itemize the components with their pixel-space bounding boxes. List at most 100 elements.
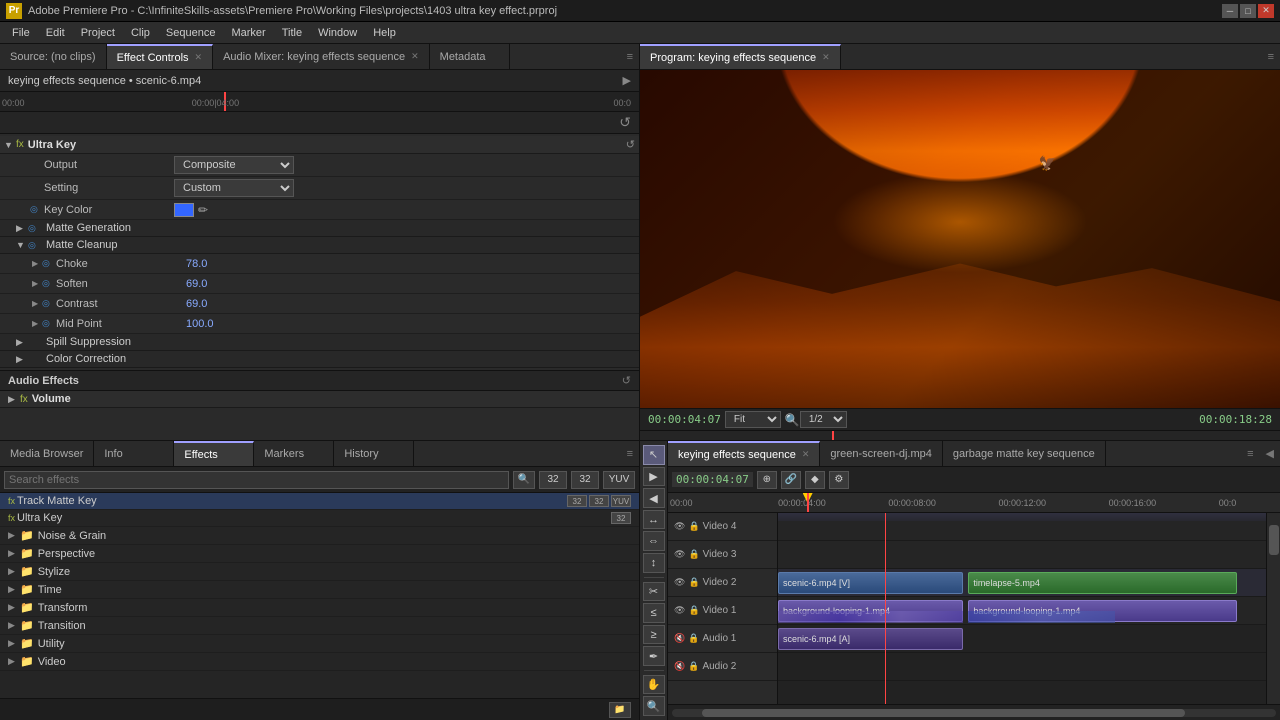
timeline-panel-menu-btn[interactable]: ≡ — [1241, 441, 1259, 466]
output-dropdown[interactable]: Composite Alpha Channel Color Channel Ma… — [174, 156, 294, 174]
tab-info[interactable]: Info — [94, 441, 174, 466]
tool-razor[interactable]: ✂ — [643, 582, 665, 602]
menu-window[interactable]: Window — [310, 25, 365, 41]
tl-settings-btn[interactable]: ⚙ — [829, 471, 849, 489]
track-lock-icon-v3[interactable]: 🔒 — [688, 549, 699, 560]
ultra-key-reset-btn[interactable]: ↺ — [626, 138, 635, 151]
close-button[interactable]: ✕ — [1258, 4, 1274, 18]
tool-hand[interactable]: ✋ — [643, 675, 665, 695]
tool-rolling-edit[interactable]: ⇔ — [643, 531, 665, 551]
menu-title[interactable]: Title — [274, 25, 310, 41]
zoom-icon[interactable]: 🔍 — [785, 413, 800, 427]
menu-edit[interactable]: Edit — [38, 25, 73, 41]
effects-list-view-btn[interactable]: 32 — [539, 471, 567, 489]
tool-track-select-back[interactable]: ◀ — [643, 488, 665, 508]
track-solo-icon-a2[interactable]: 🔒 — [688, 661, 699, 672]
program-panel-menu-btn[interactable]: ≡ — [1262, 44, 1280, 69]
ultra-key-title-row[interactable]: ▼ fx Ultra Key ↺ — [0, 136, 639, 154]
maximize-button[interactable]: □ — [1240, 4, 1256, 18]
tab-timeline-green-screen[interactable]: green-screen-dj.mp4 — [820, 441, 943, 466]
left-panel-menu-btn[interactable]: ≡ — [621, 44, 639, 69]
v-scroll-thumb[interactable] — [1269, 525, 1279, 555]
tab-timeline-keying[interactable]: keying effects sequence ✕ — [668, 441, 820, 466]
tab-markers[interactable]: Markers — [254, 441, 334, 466]
tab-source[interactable]: Source: (no clips) — [0, 44, 107, 69]
tab-effect-controls-close[interactable]: ✕ — [195, 52, 203, 63]
soften-value[interactable]: 69.0 — [186, 278, 207, 290]
h-scrollbar-track[interactable] — [672, 709, 1276, 717]
window-controls[interactable]: ─ □ ✕ — [1222, 4, 1274, 18]
ec-reset-btn[interactable]: ↺ — [619, 114, 631, 131]
tool-rate-stretch[interactable]: ↕ — [643, 553, 665, 573]
tl-snap-btn[interactable]: ⊕ — [757, 471, 777, 489]
effects-search-input[interactable] — [4, 471, 509, 489]
effects-panel-menu-btn[interactable]: ≡ — [621, 441, 639, 466]
track-row-video2[interactable]: scenic-6.mp4 [V] timelapse-5.mp4 — [778, 569, 1266, 597]
tool-zoom[interactable]: 🔍 — [643, 696, 665, 716]
track-vis-icon-v3[interactable]: 👁 — [674, 549, 685, 560]
tab-audio-mixer-close[interactable]: ✕ — [411, 51, 419, 62]
menu-clip[interactable]: Clip — [123, 25, 158, 41]
volume-row[interactable]: ▶ fx Volume — [0, 391, 639, 408]
key-color-swatch[interactable] — [174, 203, 194, 217]
folder-utility[interactable]: ▶ 📁 Utility — [0, 635, 639, 653]
track-mute-icon-a1[interactable]: 🔇 — [674, 633, 685, 644]
spill-suppression-row[interactable]: ▶ Spill Suppression — [0, 334, 639, 351]
matte-cleanup-row[interactable]: ▼ ◎ Matte Cleanup — [0, 237, 639, 254]
folder-perspective[interactable]: ▶ 📁 Perspective — [0, 545, 639, 563]
effects-yuv-btn[interactable]: YUV — [603, 471, 635, 489]
tool-selection[interactable]: ↖ — [643, 445, 665, 465]
effects-new-bin-btn[interactable]: 📁 — [609, 702, 631, 718]
program-tab-close[interactable]: ✕ — [822, 52, 830, 63]
tool-slip[interactable]: ≤ — [643, 603, 665, 623]
effects-grid-view-btn[interactable]: 32 — [571, 471, 599, 489]
folder-transform[interactable]: ▶ 📁 Transform — [0, 599, 639, 617]
timeline-playhead-line[interactable] — [807, 493, 809, 513]
track-row-audio2[interactable] — [778, 653, 1266, 681]
folder-video[interactable]: ▶ 📁 Video — [0, 653, 639, 671]
color-correction-row[interactable]: ▶ Color Correction — [0, 351, 639, 368]
tab-metadata[interactable]: Metadata — [430, 44, 510, 69]
timeline-collapse-btn[interactable]: ◀ — [1260, 441, 1280, 466]
tab-audio-mixer[interactable]: Audio Mixer: keying effects sequence ✕ — [213, 44, 430, 69]
tool-slide[interactable]: ≥ — [643, 625, 665, 645]
monitor-ratio-dropdown[interactable]: 1/2 1/4 Full — [800, 411, 847, 428]
folder-noise-grain[interactable]: ▶ 📁 Noise & Grain — [0, 527, 639, 545]
track-lock-icon-v2[interactable]: 🔒 — [688, 577, 699, 588]
tl-link-btn[interactable]: 🔗 — [781, 471, 801, 489]
track-solo-icon-a1[interactable]: 🔒 — [688, 633, 699, 644]
track-row-video4[interactable] — [778, 513, 1266, 541]
eyedropper-btn[interactable]: ✏ — [198, 203, 208, 217]
track-row-video3[interactable] — [778, 541, 1266, 569]
effects-item-track-matte-key[interactable]: fx Track Matte Key 32 32 YUV — [0, 493, 639, 510]
tab-history[interactable]: History — [334, 441, 414, 466]
track-lock-icon-v1[interactable]: 🔒 — [688, 605, 699, 616]
timeline-tab-close-0[interactable]: ✕ — [802, 449, 810, 460]
track-vis-icon-v1[interactable]: 👁 — [674, 605, 685, 616]
h-scroll-thumb[interactable] — [702, 709, 1185, 717]
tab-effects[interactable]: Effects — [174, 441, 254, 466]
tab-program[interactable]: Program: keying effects sequence ✕ — [640, 44, 841, 69]
tab-media-browser[interactable]: Media Browser — [0, 441, 94, 466]
menu-sequence[interactable]: Sequence — [158, 25, 224, 41]
tool-pen[interactable]: ✒ — [643, 646, 665, 666]
audio-effects-menu-btn[interactable]: ↺ — [622, 374, 631, 387]
timeline-current-time[interactable]: 00:00:04:07 — [672, 472, 753, 487]
midpoint-value[interactable]: 100.0 — [186, 318, 214, 330]
tab-effect-controls[interactable]: Effect Controls ✕ — [107, 44, 214, 69]
track-lock-icon-v4[interactable]: 🔒 — [688, 521, 699, 532]
tool-track-select-fwd[interactable]: ▶ — [643, 467, 665, 487]
menu-marker[interactable]: Marker — [223, 25, 273, 41]
monitor-fit-dropdown[interactable]: Fit 25% 50% 75% 100% — [725, 411, 781, 428]
effects-search-btn[interactable]: 🔍 — [513, 471, 535, 489]
menu-project[interactable]: Project — [73, 25, 123, 41]
matte-generation-row[interactable]: ▶ ◎ Matte Generation — [0, 220, 639, 237]
track-row-audio1[interactable]: scenic-6.mp4 [A] — [778, 625, 1266, 653]
tab-timeline-garbage[interactable]: garbage matte key sequence — [943, 441, 1106, 466]
track-row-video1[interactable]: background-looping-1.mp4 background-loop… — [778, 597, 1266, 625]
menu-help[interactable]: Help — [365, 25, 404, 41]
ec-header-arrow[interactable]: ▶ — [623, 74, 631, 87]
track-mute-icon-a2[interactable]: 🔇 — [674, 661, 685, 672]
folder-transition[interactable]: ▶ 📁 Transition — [0, 617, 639, 635]
minimize-button[interactable]: ─ — [1222, 4, 1238, 18]
